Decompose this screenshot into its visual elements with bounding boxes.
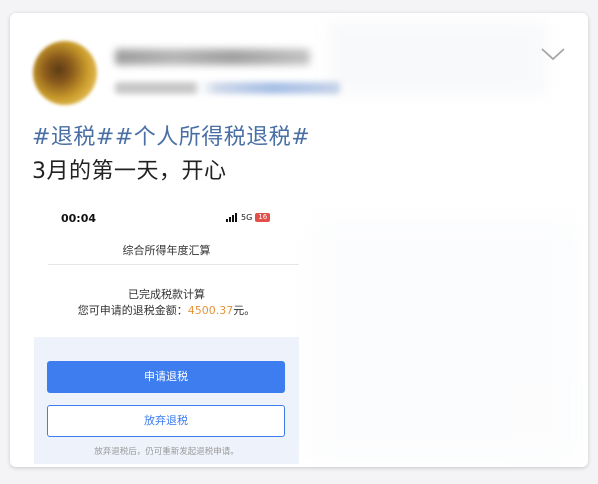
refund-unit: 元。	[233, 304, 256, 317]
network-label: 5G	[241, 213, 253, 222]
chevron-down-icon[interactable]	[540, 44, 566, 64]
post-meta-blurred	[115, 82, 340, 94]
status-indicators: 5G 16	[226, 213, 271, 222]
signal-bars-icon	[226, 213, 238, 222]
action-panel: 申请退税 放弃退税 放弃退税后，仍可重新发起退税申请。	[34, 337, 299, 464]
abandon-note: 放弃退税后，仍可重新发起退税申请。	[94, 447, 239, 457]
battery-icon: 16	[255, 213, 271, 222]
refund-label: 您可申请的退税金额：	[77, 304, 188, 317]
weibo-post-card: #退税##个人所得税退税# 3月的第一天，开心 00:04 5G 16 综合所得…	[10, 13, 588, 467]
post-text: 3月的第一天，开心	[32, 159, 227, 184]
blurred-right-region	[310, 218, 580, 463]
apply-refund-button[interactable]: 申请退税	[47, 361, 285, 393]
username-blurred[interactable]	[115, 49, 310, 65]
blurred-header-region	[328, 21, 548, 96]
calc-status: 已完成税款计算	[128, 288, 205, 301]
divider	[48, 264, 299, 265]
refund-amount: 4500.37	[187, 304, 234, 317]
post-hashtags[interactable]: #退税##个人所得税退税#	[32, 119, 310, 151]
refund-line: 您可申请的退税金额：4500.37元。	[34, 302, 299, 318]
status-time: 00:04	[61, 212, 97, 225]
attached-screenshot[interactable]: 00:04 5G 16 综合所得年度汇算 已完成税款计算 您可申请的退税金额：4…	[34, 202, 299, 464]
avatar[interactable]	[33, 41, 97, 105]
screenshot-page-title: 综合所得年度汇算	[122, 244, 211, 257]
abandon-refund-button[interactable]: 放弃退税	[47, 405, 285, 437]
